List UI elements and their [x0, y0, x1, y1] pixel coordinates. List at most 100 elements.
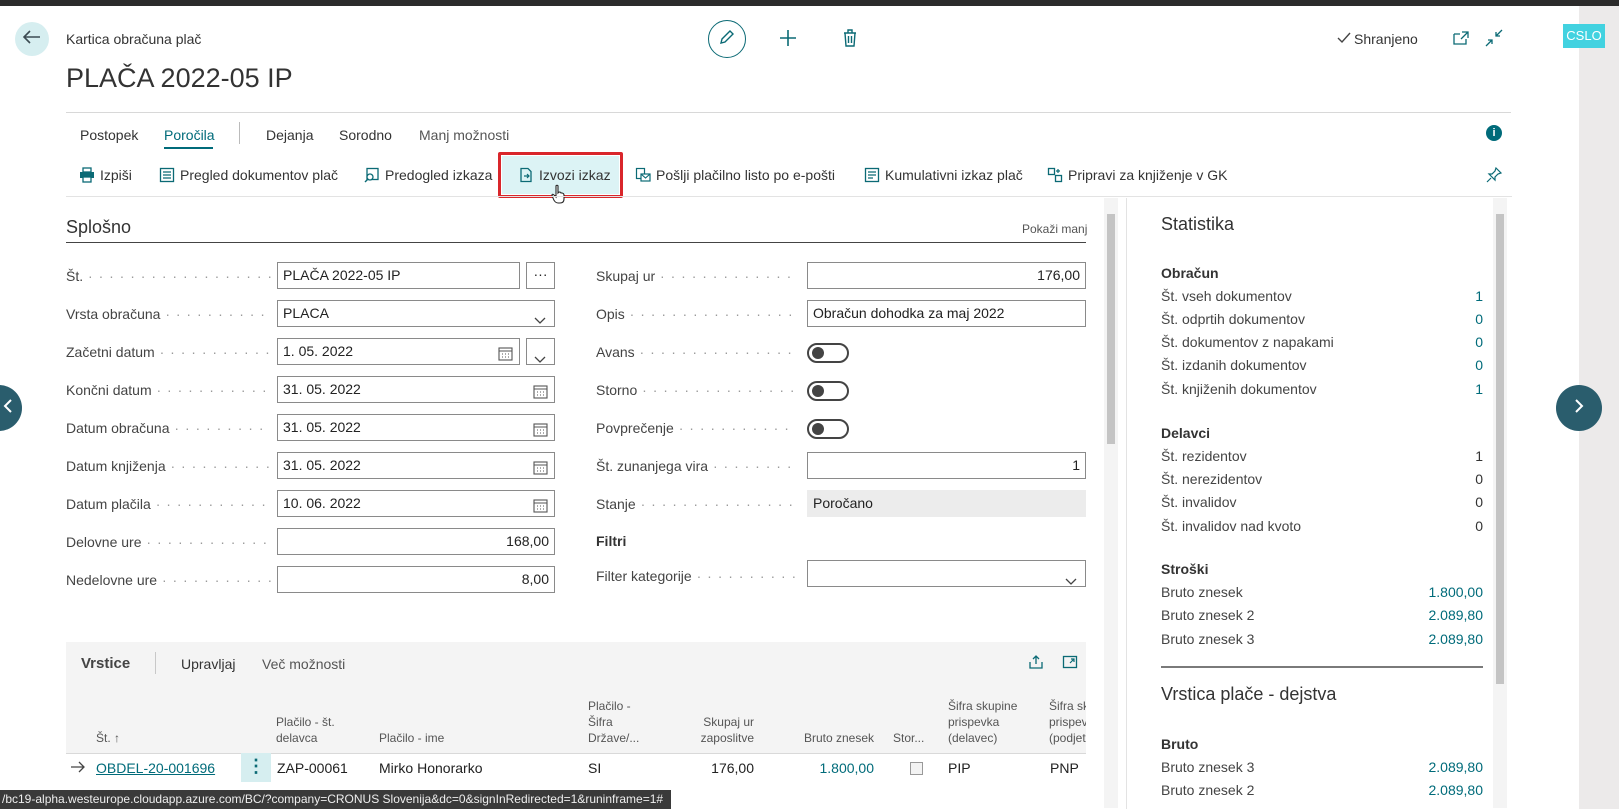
tab-manj-moznosti[interactable]: Manj možnosti: [419, 127, 509, 143]
col-sifra-skupine-podjetje[interactable]: Šifra sk... prispev... (podjet...: [1049, 698, 1086, 746]
toggle-povprecenje[interactable]: [807, 419, 849, 439]
action-izpisi[interactable]: Izpiši: [79, 158, 132, 192]
date-dropdown-button[interactable]: [526, 338, 555, 365]
stat-row[interactable]: Bruto znesek 1.800,00: [1161, 584, 1483, 600]
new-button[interactable]: [777, 27, 799, 54]
tab-postopek[interactable]: Postopek: [80, 127, 138, 143]
stat-value[interactable]: 2.089,80: [1429, 607, 1484, 623]
action-pripravi-za-knjizenje[interactable]: Pripravi za knjiženje v GK: [1047, 158, 1228, 192]
stat-row[interactable]: Št. vseh dokumentov 1: [1161, 288, 1483, 304]
col-skupaj-ur-zaposlitve[interactable]: Skupaj ur zaposlitve: [690, 714, 754, 746]
action-poslji-placilno-listo[interactable]: Pošlji plačilno listo po e-pošti: [635, 158, 835, 192]
pin-actions-button[interactable]: [1486, 166, 1503, 188]
input-datum-knjizenja[interactable]: 31. 05. 2022: [277, 452, 555, 479]
cell-st-delavca[interactable]: ZAP-00061: [277, 760, 348, 776]
cell-storno-checkbox[interactable]: [910, 762, 923, 775]
col-st[interactable]: Št. ↑: [96, 730, 120, 746]
stat-row[interactable]: Bruto znesek 3 2.089,80: [1161, 631, 1483, 647]
cell-skupina-delavec[interactable]: PIP: [948, 760, 971, 776]
lines-more-options[interactable]: Več možnosti: [262, 656, 345, 672]
col-placilo-st-delavca[interactable]: Plačilo - št. delavca: [276, 714, 366, 746]
stat-value[interactable]: 2.089,80: [1429, 759, 1484, 775]
stat-row[interactable]: Bruto znesek 3 2.089,80: [1161, 759, 1483, 775]
input-datum-placila[interactable]: 10. 06. 2022: [277, 490, 555, 517]
cell-skupaj-ur[interactable]: 176,00: [690, 760, 754, 776]
stat-label: Bruto znesek 2: [1161, 782, 1255, 798]
action-label: Predogled izkaza: [385, 167, 493, 183]
select-vrsta-obracuna[interactable]: PLACA: [277, 300, 555, 327]
calendar-icon[interactable]: [498, 344, 513, 364]
lookup-button[interactable]: ···: [526, 262, 555, 289]
col-placilo-ime[interactable]: Plačilo - ime: [379, 730, 444, 746]
stat-row[interactable]: Bruto znesek 2 2.089,80: [1161, 607, 1483, 623]
input-datum-obracuna[interactable]: 31. 05. 2022: [277, 414, 555, 441]
expand-button[interactable]: [1062, 654, 1078, 675]
delete-button[interactable]: [839, 27, 861, 54]
stat-value[interactable]: 0: [1475, 357, 1483, 373]
open-new-window-button[interactable]: [1452, 30, 1470, 51]
tab-dejanja[interactable]: Dejanja: [266, 127, 313, 143]
tab-porocila[interactable]: Poročila: [164, 127, 215, 143]
calendar-icon[interactable]: [533, 496, 548, 516]
input-nedelovne-ure[interactable]: 8,00: [277, 566, 555, 593]
lines-manage[interactable]: Upravljaj: [181, 656, 235, 672]
cell-drzava[interactable]: SI: [588, 760, 601, 776]
select-filter-kategorije[interactable]: [807, 560, 1086, 587]
stat-label: Bruto znesek 3: [1161, 631, 1255, 647]
cell-ime[interactable]: Mirko Honorarko: [379, 760, 482, 776]
show-less-link[interactable]: Pokaži manj: [1022, 222, 1087, 236]
stat-value[interactable]: 1: [1475, 288, 1483, 304]
stat-label: Št. rezidentov: [1161, 448, 1247, 464]
label-zacetni-datum: Začetni datum: [66, 344, 271, 360]
action-pregled-dokumentov[interactable]: Pregled dokumentov plač: [159, 158, 338, 192]
stat-row[interactable]: Št. knjiženih dokumentov 1: [1161, 381, 1483, 397]
stats-title: Statistika: [1161, 214, 1235, 234]
cell-bruto-znesek[interactable]: 1.800,00: [790, 760, 875, 776]
input-zacetni-datum[interactable]: 1. 05. 2022: [277, 338, 520, 365]
stat-value[interactable]: 0: [1475, 311, 1483, 327]
input-opis[interactable]: Obračun dohodka za maj 2022: [807, 300, 1086, 327]
calendar-icon[interactable]: [533, 458, 548, 478]
factbox-scroll-thumb[interactable]: [1496, 214, 1504, 684]
chevron-down-icon: [534, 347, 546, 364]
factbox-scrollbar[interactable]: [1493, 198, 1507, 808]
stat-row[interactable]: Bruto znesek 2 2.089,80: [1161, 782, 1483, 798]
main-scroll-thumb[interactable]: [1107, 214, 1115, 444]
back-button[interactable]: [15, 22, 49, 56]
col-sifra-drzave[interactable]: Plačilo - Šifra Države/...: [588, 698, 650, 746]
collapse-button[interactable]: [1485, 29, 1503, 52]
calendar-icon[interactable]: [533, 420, 548, 440]
cell-skupina-podjetje[interactable]: PNP: [1050, 760, 1079, 776]
col-sifra-skupine-delavec[interactable]: Šifra skupine prispevka (delavec): [948, 698, 1028, 746]
input-st[interactable]: PLAČA 2022-05 IP: [277, 262, 520, 289]
next-record-button[interactable]: [1556, 385, 1602, 431]
edit-button[interactable]: [708, 20, 746, 58]
row-divider: [66, 753, 1086, 754]
main-scrollbar[interactable]: [1104, 198, 1118, 808]
row-actions-button[interactable]: ⋮: [241, 753, 271, 782]
action-predogled-izkaza[interactable]: Predogled izkaza: [364, 158, 492, 192]
calendar-icon[interactable]: [533, 382, 548, 402]
stat-value[interactable]: 2.089,80: [1429, 631, 1484, 647]
label-st: Št.: [66, 268, 271, 284]
info-icon[interactable]: i: [1486, 125, 1502, 141]
stat-value[interactable]: 1: [1475, 381, 1483, 397]
toggle-storno[interactable]: [807, 381, 849, 401]
toggle-avans[interactable]: [807, 343, 849, 363]
stat-row[interactable]: Št. odprtih dokumentov 0: [1161, 311, 1483, 327]
input-st-zunanjega-vira[interactable]: 1: [807, 452, 1086, 479]
stat-row[interactable]: Št. dokumentov z napakami 0: [1161, 334, 1483, 350]
stat-row[interactable]: Št. izdanih dokumentov 0: [1161, 357, 1483, 373]
action-kumulativni-izkaz[interactable]: Kumulativni izkaz plač: [864, 158, 1023, 192]
input-koncni-datum[interactable]: 31. 05. 2022: [277, 376, 555, 403]
col-storno[interactable]: Stor...: [893, 730, 924, 746]
stat-value[interactable]: 2.089,80: [1429, 782, 1484, 798]
col-bruto-znesek[interactable]: Bruto znesek: [790, 730, 874, 746]
input-delovne-ure[interactable]: 168,00: [277, 528, 555, 555]
stat-value[interactable]: 1.800,00: [1429, 584, 1484, 600]
share-button[interactable]: [1028, 654, 1044, 675]
input-skupaj-ur[interactable]: 176,00: [807, 262, 1086, 289]
tab-sorodno[interactable]: Sorodno: [339, 127, 392, 143]
cell-st[interactable]: OBDEL-20-001696: [96, 760, 215, 776]
stat-value[interactable]: 0: [1475, 334, 1483, 350]
